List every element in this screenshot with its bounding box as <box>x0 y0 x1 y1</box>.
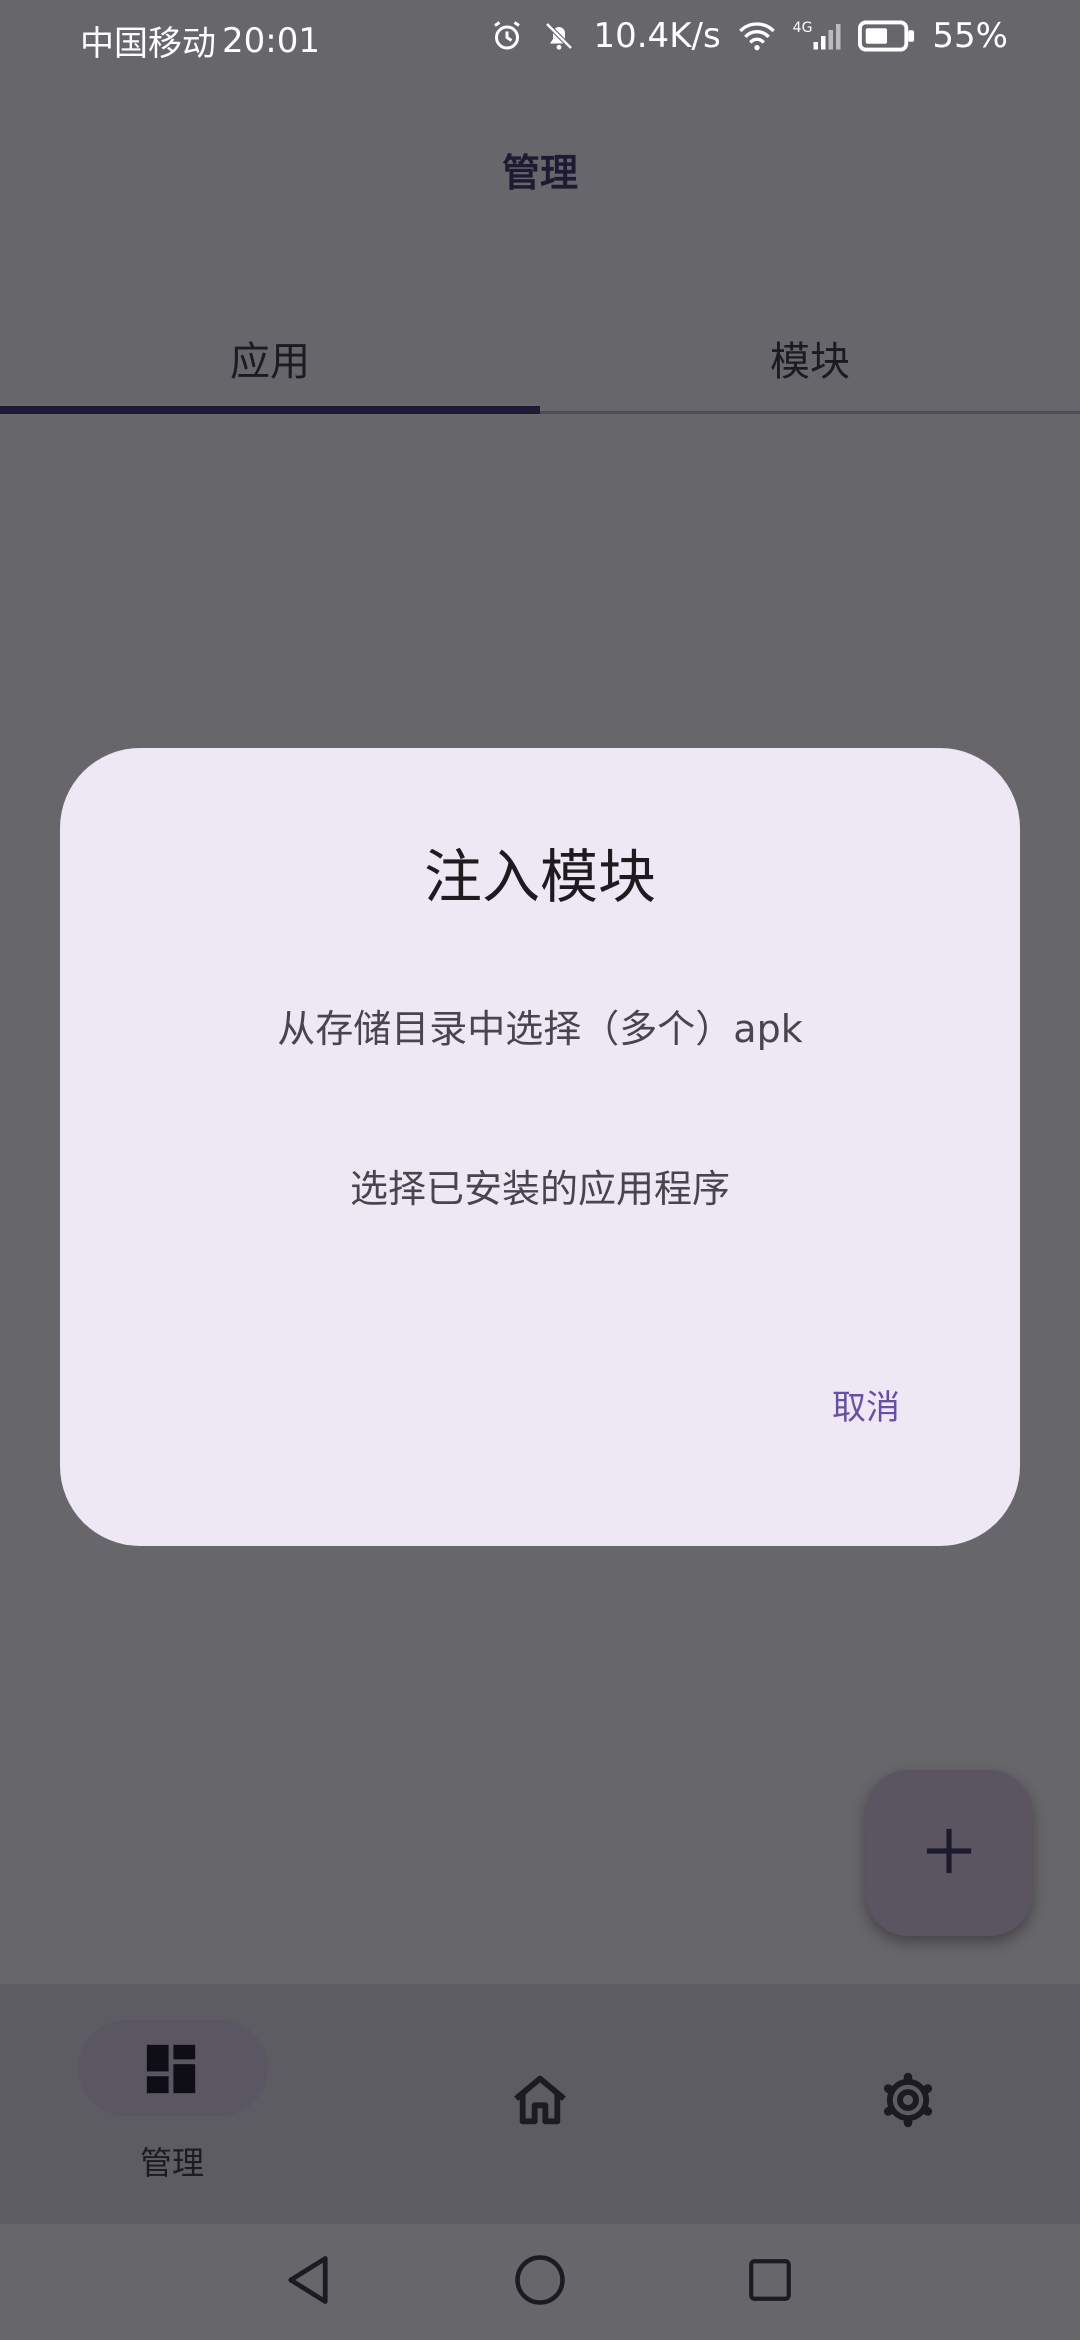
select-installed-app-option[interactable]: 选择已安装的应用程序 <box>60 1158 1020 1213</box>
gear-icon <box>876 2068 940 2136</box>
tab-divider <box>540 411 1080 414</box>
home-icon <box>508 2068 572 2136</box>
mute-bell-icon <box>541 18 577 54</box>
plus-icon <box>923 1825 975 1881</box>
tab-apps-label: 应用 <box>230 339 310 385</box>
tab-modules-label: 模块 <box>770 339 850 385</box>
dashboard-icon <box>142 2040 200 2102</box>
page-title: 管理 <box>501 151 578 195</box>
network-speed: 10.4K/s <box>593 16 721 56</box>
status-right: 10.4K/s 4G 55% <box>489 16 1008 56</box>
system-navigation-bar <box>0 2224 1080 2340</box>
battery-percent: 55% <box>932 16 1008 56</box>
bottom-navigation: 管理 <box>0 1984 1080 2224</box>
network-type: 4G <box>792 20 813 36</box>
status-left: 中国移动 20:01 <box>80 16 320 65</box>
signal-icon: 4G <box>793 20 843 52</box>
carrier-name: 中国移动 <box>80 24 216 64</box>
system-recents-button[interactable] <box>710 2224 830 2340</box>
nav-item-manage[interactable]: 管理 <box>0 1984 360 2224</box>
tab-apps[interactable]: 应用 <box>0 300 540 416</box>
inject-module-dialog: 注入模块 从存储目录中选择（多个）apk 选择已安装的应用程序 取消 <box>60 748 1020 1546</box>
tab-indicator <box>0 406 540 414</box>
battery-icon <box>858 20 916 52</box>
system-back-button[interactable] <box>248 2224 368 2340</box>
clock: 20:01 <box>222 20 320 61</box>
system-home-button[interactable] <box>480 2224 600 2340</box>
recents-icon <box>745 2255 795 2309</box>
cancel-button[interactable]: 取消 <box>832 1380 900 1429</box>
home-circle-icon <box>513 2253 567 2311</box>
tab-modules[interactable]: 模块 <box>540 300 1080 416</box>
tab-bar: 应用 模块 <box>0 300 1080 416</box>
status-bar: 中国移动 20:01 10.4K/s 4G 55% <box>0 0 1080 72</box>
nav-item-settings[interactable] <box>720 1984 1080 2224</box>
back-icon <box>282 2252 334 2312</box>
alarm-icon <box>489 18 525 54</box>
dialog-title: 注入模块 <box>423 843 656 911</box>
wifi-icon <box>737 18 777 54</box>
select-apk-from-storage-option[interactable]: 从存储目录中选择（多个）apk <box>60 998 1020 1053</box>
nav-item-home[interactable] <box>360 1984 720 2224</box>
nav-label-manage: 管理 <box>139 2144 204 2182</box>
add-fab-button[interactable] <box>866 1770 1032 1936</box>
